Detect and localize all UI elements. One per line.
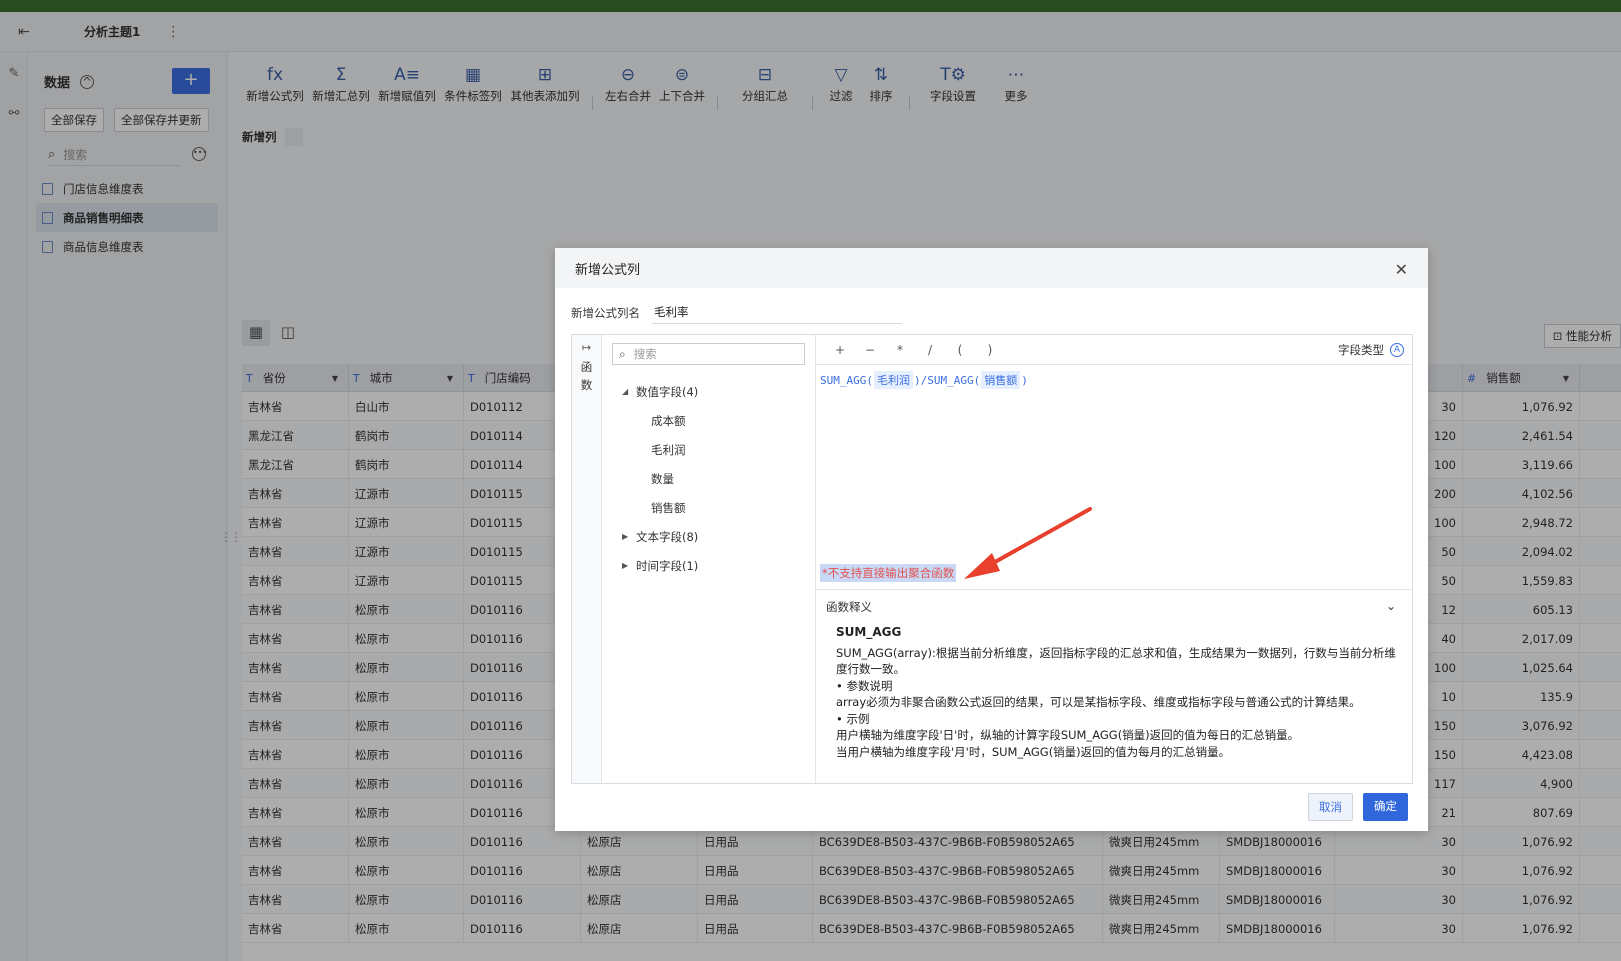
dialog-header: 新增公式列 [555,248,1428,288]
close-paren-operator[interactable]: ) [984,343,996,357]
annotation-arrow [964,507,1092,579]
multiply-operator[interactable]: * [894,343,906,357]
column-name-input[interactable]: 毛利率 [652,302,902,324]
field-search-placeholder: 搜索 [633,347,657,361]
search-icon: ⌕ [619,346,626,361]
tree-field[interactable]: 毛利润 [622,435,812,464]
function-doc-body: SUM_AGG SUM_AGG(array):根据当前分析维度，返回指标字段的汇… [816,624,1412,760]
dialog-title: 新增公式列 [575,262,641,278]
operator-bar: + − * / ( ) 字段类型 A [816,335,1412,365]
function-tab[interactable]: ↦ 函 数 [572,335,602,783]
doc-line: • 参数说明 [836,678,893,693]
function-name: SUM_AGG [836,625,902,639]
divide-operator[interactable]: / [924,343,936,357]
doc-line: • 示例 [836,711,870,726]
doc-line: 用户横轴为维度字段'日'时，纵轴的计算字段SUM_AGG(销量)返回的值为每日的… [836,728,1300,742]
function-doc-header[interactable]: 函数释义 [816,590,1412,624]
doc-line: array必须为非聚合函数公式返回的结果，可以是某指标字段、维度或指标字段与普通… [836,695,1361,709]
doc-line: 当用户横轴为维度字段'月'时，SUM_AGG(销量)返回的值为每月的汇总销量。 [836,744,1231,759]
field-pane: ⌕ 搜索 ◢ 数值字段(4) 成本额 毛利润 数量 销售额 ▶ 文本字段(8) ▶ 时… [602,335,816,783]
formula-field-token: 毛利润 [873,371,913,389]
formula-fn: )/SUM_AGG( [913,373,981,387]
function-doc: 函数释义 ⌄ SUM_AGG SUM_AGG(array):根据当前分析维度，返… [816,589,1412,783]
open-paren-operator[interactable]: ( [954,343,966,357]
minus-operator[interactable]: − [864,343,876,357]
field-search-input[interactable]: ⌕ 搜索 [612,343,805,365]
formula-fn: ) [1021,373,1028,387]
cancel-button[interactable]: 取消 [1308,793,1353,821]
formula-input[interactable]: SUM_AGG( 毛利润 )/SUM_AGG( 销售额 ) [820,371,1028,389]
confirm-button[interactable]: 确定 [1363,793,1408,821]
formula-pane: + − * / ( ) 字段类型 A SUM_AGG( 毛利润 )/SUM_AG… [816,335,1412,783]
tree-group-numeric[interactable]: ◢ 数值字段(4) [622,377,812,406]
column-name-row: 新增公式列名 毛利率 [571,302,902,324]
tree-field[interactable]: 销售额 [622,493,812,522]
error-message: *不支持直接输出聚合函数 [820,564,957,582]
formula-fn: SUM_AGG( [820,373,873,387]
plus-operator[interactable]: + [834,343,846,357]
field-type-label: 字段类型 [1338,342,1384,357]
tree-group-time[interactable]: ▶ 时间字段(1) [622,551,812,580]
tree-field[interactable]: 成本额 [622,406,812,435]
tree-field[interactable]: 数量 [622,464,812,493]
field-tree: ◢ 数值字段(4) 成本额 毛利润 数量 销售额 ▶ 文本字段(8) ▶ 时间字段(1… [622,377,812,580]
caret-right-icon: ▶ [622,561,629,570]
caret-right-icon: ▶ [622,532,629,541]
tree-group-text[interactable]: ▶ 文本字段(8) [622,522,812,551]
field-type-icon[interactable]: A [1390,342,1404,357]
formula-field-token: 销售额 [981,371,1021,389]
close-icon[interactable]: ✕ [1395,260,1408,279]
doc-line: SUM_AGG(array):根据当前分析维度，返回指标字段的汇总求和值，生成结… [836,645,1396,677]
formula-dialog: 新增公式列 ✕ 新增公式列名 毛利率 ↦ 函 数 ⌕ 搜索 ◢ 数值字段(4) 成… [555,248,1428,831]
function-tab-label: 函 [580,360,593,374]
chevron-down-icon[interactable]: ⌄ [1386,599,1396,613]
column-name-label: 新增公式列名 [571,306,640,320]
expand-icon[interactable]: ↦ [572,341,601,354]
caret-down-icon: ◢ [622,387,629,396]
formula-editor: ↦ 函 数 ⌕ 搜索 ◢ 数值字段(4) 成本额 毛利润 数量 销售额 ▶ 文本字段… [571,334,1413,784]
function-tab-label: 数 [580,378,593,392]
